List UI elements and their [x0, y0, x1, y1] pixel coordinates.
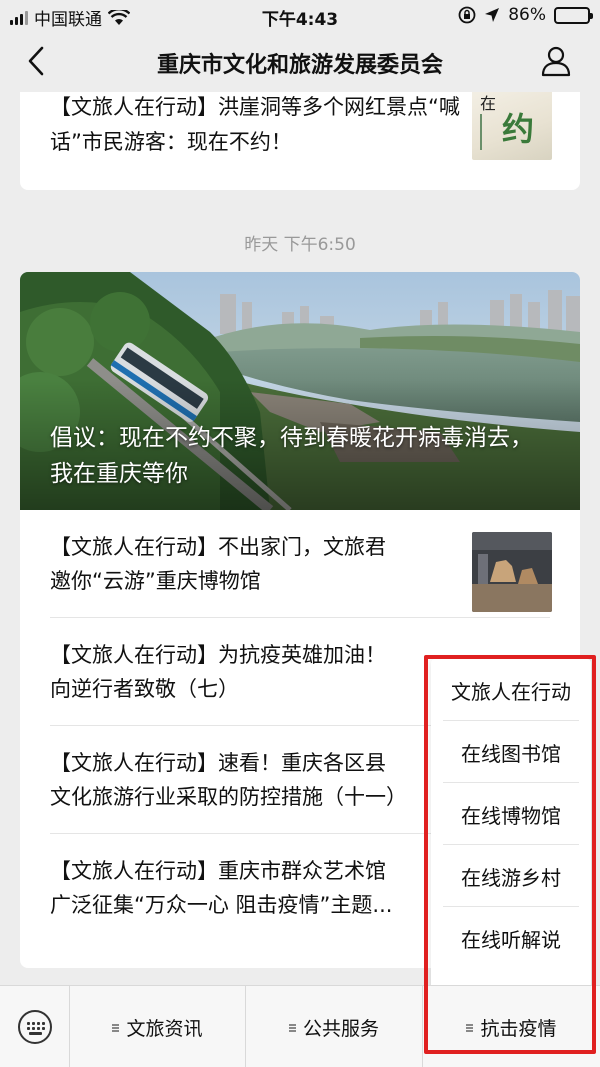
article-title: 【文旅人在行动】洪崖洞等多个网红景点“喊话”市民游客：现在不约！ — [50, 95, 460, 154]
article-title-line: 【文旅人在行动】为抗疫英雄加油！ — [50, 643, 386, 667]
hero-title: 倡议：现在不约不聚，待到春暖花开病毒消去，我在重庆等你 — [50, 425, 533, 487]
menu-button-label: 文旅资讯 — [126, 1017, 203, 1040]
article-title-line: 邀你“云游”重庆博物馆 — [50, 569, 261, 593]
bottom-menu-bar: 文旅资讯 公共服务 抗击疫情 — [0, 985, 600, 1067]
article-title: 【文旅人在行动】为抗疫英雄加油！ 向逆行者致敬（七） — [50, 638, 450, 706]
menu-button-services[interactable]: 公共服务 — [246, 986, 423, 1067]
hero-article[interactable]: 倡议：现在不约不聚，待到春暖花开病毒消去，我在重庆等你 — [20, 272, 580, 510]
location-icon — [485, 8, 500, 22]
museum-image — [472, 532, 552, 612]
page-title: 重庆市文化和旅游发展委员会 — [156, 53, 443, 78]
submenu-item[interactable]: 在线博物馆 — [431, 783, 591, 845]
menu-button-news[interactable]: 文旅资讯 — [70, 986, 246, 1067]
article-title: 【文旅人在行动】速看！重庆各区县 文化旅游行业采取的防控措施（十一） — [50, 746, 450, 814]
article-title-line: 【文旅人在行动】速看！重庆各区县 — [50, 751, 386, 775]
menu-button-label: 公共服务 — [302, 1017, 379, 1040]
submenu-item-label: 在线博物馆 — [461, 803, 561, 828]
submenu-item[interactable]: 在线听解说 — [431, 907, 591, 969]
submenu-item[interactable]: 文旅人在行动 — [431, 659, 591, 721]
article-title-line: 广泛征集“万众一心 阻击疫情”主题... — [50, 893, 393, 917]
article-thumbnail — [472, 532, 552, 612]
submenu-item-label: 文旅人在行动 — [451, 679, 571, 704]
article-thumbnail: 在 约 — [472, 92, 552, 160]
menu-icon — [288, 1023, 297, 1032]
article-title-line: 【文旅人在行动】不出家门，文旅君 — [50, 535, 386, 559]
submenu-item-label: 在线听解说 — [461, 927, 561, 952]
thumbnail-graphic — [480, 114, 494, 150]
nav-bar: 重庆市文化和旅游发展委员会 — [0, 30, 600, 92]
article-title-line: 文化旅游行业采取的防控措施（十一） — [50, 785, 407, 809]
message-timestamp: 昨天 下午6:50 — [244, 235, 356, 255]
battery-percent: 86% — [508, 5, 546, 25]
user-icon[interactable] — [540, 44, 572, 78]
submenu-item-label: 在线图书馆 — [461, 741, 561, 766]
keyboard-toggle-button[interactable] — [0, 986, 70, 1067]
menu-button-epidemic[interactable]: 抗击疫情 — [423, 986, 600, 1067]
submenu-popup: 文旅人在行动 在线图书馆 在线博物馆 在线游乡村 在线听解说 — [431, 659, 591, 989]
article-title: 【文旅人在行动】不出家门，文旅君 邀你“云游”重庆博物馆 — [50, 530, 450, 598]
article-item[interactable]: 【文旅人在行动】不出家门，文旅君 邀你“云游”重庆博物馆 — [20, 510, 580, 618]
submenu-item[interactable]: 在线图书馆 — [431, 721, 591, 783]
status-bar: 中国联通 下午4:43 86% — [0, 0, 600, 30]
article-title-line: 【文旅人在行动】重庆市群众艺术馆 — [50, 859, 386, 883]
submenu-item-label: 在线游乡村 — [461, 865, 561, 890]
status-right: 86% — [458, 5, 593, 25]
submenu-item[interactable]: 在线游乡村 — [431, 845, 591, 907]
chevron-left-icon[interactable] — [22, 44, 52, 78]
keyboard-icon — [18, 1010, 52, 1044]
menu-icon — [112, 1023, 120, 1032]
article-title: 【文旅人在行动】重庆市群众艺术馆 广泛征集“万众一心 阻击疫情”主题... — [50, 854, 450, 922]
article-card-top[interactable]: 【文旅人在行动】洪崖洞等多个网红景点“喊话”市民游客：现在不约！ 在 约 — [20, 92, 580, 190]
menu-icon — [466, 1023, 474, 1032]
lock-rotation-icon — [458, 6, 476, 24]
article-title-line: 向逆行者致敬（七） — [50, 677, 239, 701]
thumbnail-graphic: 约 — [502, 110, 535, 148]
thumbnail-graphic: 在 — [480, 94, 497, 113]
battery-icon — [554, 6, 593, 24]
menu-button-label: 抗击疫情 — [480, 1017, 557, 1040]
